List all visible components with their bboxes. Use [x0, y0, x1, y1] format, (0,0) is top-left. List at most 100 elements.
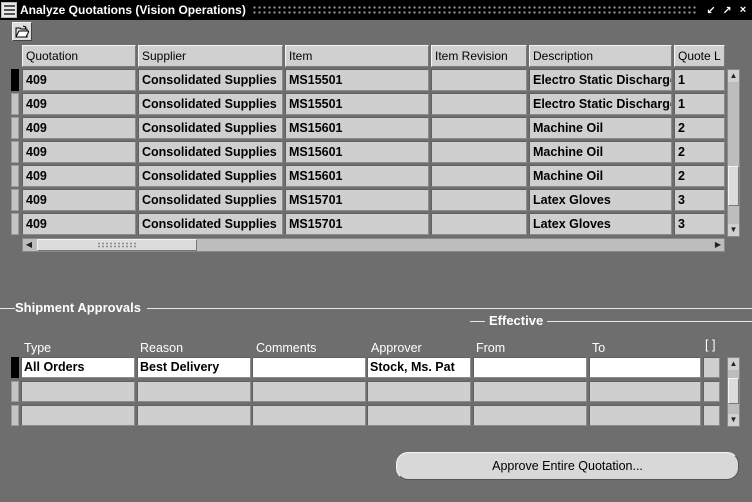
cell-description[interactable]: Machine Oil: [529, 141, 672, 163]
vertical-scrollbar[interactable]: ▲ ▼: [727, 69, 740, 237]
descriptive-flexfield-bracket[interactable]: [ ]: [705, 338, 715, 352]
cell-item[interactable]: MS15601: [285, 141, 429, 163]
shipment-cell-approver[interactable]: [367, 405, 471, 426]
shipment-cell-flexfield[interactable]: [703, 381, 720, 402]
cell-item-revision[interactable]: [431, 141, 527, 163]
shipment-scroll-up-icon[interactable]: ▲: [728, 358, 739, 370]
shipment-cell-from[interactable]: [473, 405, 587, 426]
shipment-cell-reason[interactable]: [137, 405, 251, 426]
cell-quote-line[interactable]: 2: [674, 117, 725, 139]
cell-quote-line[interactable]: 3: [674, 189, 725, 211]
cell-item[interactable]: MS15501: [285, 93, 429, 115]
row-selector[interactable]: [11, 69, 19, 91]
open-folder-button[interactable]: [12, 22, 32, 41]
maximize-icon[interactable]: ↗: [720, 3, 734, 17]
cell-item[interactable]: MS15701: [285, 189, 429, 211]
cell-supplier[interactable]: Consolidated Supplies: [138, 189, 283, 211]
cell-description[interactable]: Latex Gloves: [529, 189, 672, 211]
row-selector[interactable]: [11, 405, 19, 426]
cell-quotation[interactable]: 409: [22, 117, 136, 139]
shipment-cell-type[interactable]: [21, 381, 135, 402]
cell-quotation[interactable]: 409: [22, 189, 136, 211]
column-header-item[interactable]: Item: [285, 45, 429, 67]
row-selector[interactable]: [11, 357, 19, 378]
cell-quotation[interactable]: 409: [22, 141, 136, 163]
vertical-scroll-thumb[interactable]: [728, 166, 739, 206]
shipment-cell-from[interactable]: [473, 357, 587, 378]
column-header-supplier[interactable]: Supplier: [138, 45, 283, 67]
row-selector[interactable]: [11, 381, 19, 402]
cell-quotation[interactable]: 409: [22, 213, 136, 235]
cell-quotation[interactable]: 409: [22, 93, 136, 115]
cell-supplier[interactable]: Consolidated Supplies: [138, 165, 283, 187]
cell-item-revision[interactable]: [431, 213, 527, 235]
shipment-vertical-scrollbar[interactable]: ▲ ▼: [727, 357, 740, 427]
cell-description[interactable]: Machine Oil: [529, 165, 672, 187]
cell-supplier[interactable]: Consolidated Supplies: [138, 141, 283, 163]
row-selector[interactable]: [11, 117, 19, 139]
cell-item[interactable]: MS15701: [285, 213, 429, 235]
cell-quote-line[interactable]: 2: [674, 141, 725, 163]
cell-quote-line[interactable]: 1: [674, 93, 725, 115]
cell-quotation[interactable]: 409: [22, 165, 136, 187]
cell-supplier[interactable]: Consolidated Supplies: [138, 93, 283, 115]
row-selector[interactable]: [11, 213, 19, 235]
shipment-cell-comments[interactable]: [252, 405, 366, 426]
shipment-cell-comments[interactable]: [252, 381, 366, 402]
open-folder-icon: [15, 25, 29, 38]
scroll-down-icon[interactable]: ▼: [728, 224, 739, 236]
cell-supplier[interactable]: Consolidated Supplies: [138, 117, 283, 139]
column-header-quote-line[interactable]: Quote L: [674, 45, 725, 67]
cell-item-revision[interactable]: [431, 165, 527, 187]
row-selector[interactable]: [11, 165, 19, 187]
shipment-cell-from[interactable]: [473, 381, 587, 402]
shipment-cell-approver[interactable]: [367, 381, 471, 402]
cell-item-revision[interactable]: [431, 69, 527, 91]
row-selector[interactable]: [11, 93, 19, 115]
shipment-cell-type[interactable]: [21, 405, 135, 426]
close-icon[interactable]: ×: [736, 3, 750, 17]
shipment-cell-flexfield[interactable]: [703, 405, 720, 426]
column-header-to: To: [592, 341, 606, 355]
cell-quote-line[interactable]: 3: [674, 213, 725, 235]
cell-description[interactable]: Electro Static Discharge: [529, 69, 672, 91]
cell-quotation[interactable]: 409: [22, 69, 136, 91]
row-selector[interactable]: [11, 141, 19, 163]
cell-item[interactable]: MS15601: [285, 165, 429, 187]
cell-item[interactable]: MS15601: [285, 117, 429, 139]
column-header-item-revision[interactable]: Item Revision: [431, 45, 527, 67]
shipment-scroll-down-icon[interactable]: ▼: [728, 414, 739, 426]
shipment-cell-approver[interactable]: Stock, Ms. Pat: [367, 357, 471, 378]
cell-description[interactable]: Latex Gloves: [529, 213, 672, 235]
cell-quote-line[interactable]: 1: [674, 69, 725, 91]
minimize-icon[interactable]: ↙: [704, 3, 718, 17]
cell-item-revision[interactable]: [431, 117, 527, 139]
cell-description[interactable]: Electro Static Discharge: [529, 93, 672, 115]
shipment-scroll-thumb[interactable]: [728, 378, 739, 404]
scroll-left-icon[interactable]: ◀: [23, 239, 35, 251]
cell-supplier[interactable]: Consolidated Supplies: [138, 69, 283, 91]
shipment-cell-reason[interactable]: [137, 381, 251, 402]
column-header-description[interactable]: Description: [529, 45, 672, 67]
shipment-cell-comments[interactable]: [252, 357, 366, 378]
row-selector[interactable]: [11, 189, 19, 211]
cell-item[interactable]: MS15501: [285, 69, 429, 91]
shipment-cell-reason[interactable]: Best Delivery: [137, 357, 251, 378]
cell-item-revision[interactable]: [431, 189, 527, 211]
column-header-quotation[interactable]: Quotation: [22, 45, 136, 67]
cell-supplier[interactable]: Consolidated Supplies: [138, 213, 283, 235]
title-bar-grip[interactable]: [251, 5, 698, 15]
shipment-cell-to[interactable]: [589, 405, 701, 426]
shipment-cell-flexfield[interactable]: [703, 357, 720, 378]
approve-entire-quotation-button[interactable]: Approve Entire Quotation...: [396, 452, 739, 480]
horizontal-scrollbar[interactable]: ◀ ▶: [22, 238, 725, 252]
horizontal-scroll-thumb[interactable]: [37, 239, 197, 251]
cell-description[interactable]: Machine Oil: [529, 117, 672, 139]
scroll-right-icon[interactable]: ▶: [712, 239, 724, 251]
cell-item-revision[interactable]: [431, 93, 527, 115]
cell-quote-line[interactable]: 2: [674, 165, 725, 187]
shipment-cell-to[interactable]: [589, 381, 701, 402]
shipment-cell-to[interactable]: [589, 357, 701, 378]
scroll-up-icon[interactable]: ▲: [728, 70, 739, 82]
shipment-cell-type[interactable]: All Orders: [21, 357, 135, 378]
